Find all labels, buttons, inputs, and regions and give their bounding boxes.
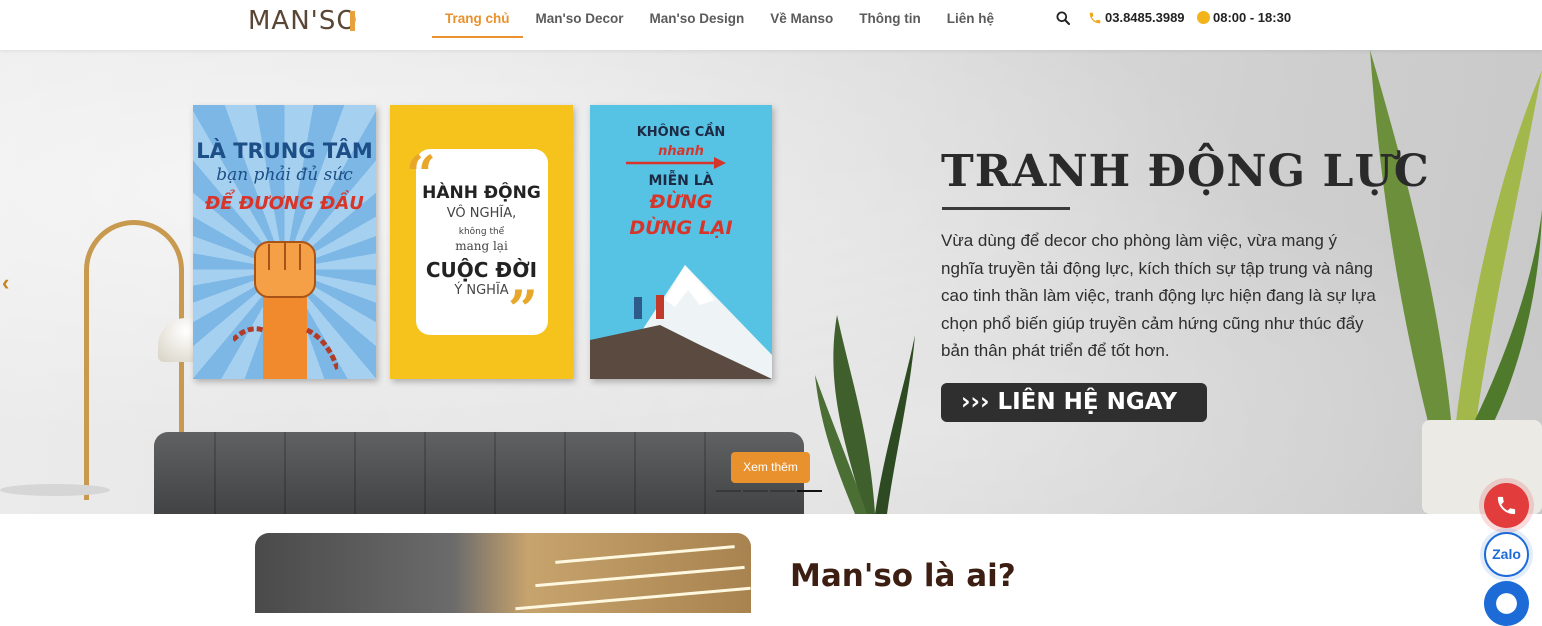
poster1-line3: ĐỂ ĐƯƠNG ĐẦU bbox=[205, 193, 364, 214]
poster3-line4: ĐỪNG bbox=[649, 191, 713, 213]
poster2-line1: HÀNH ĐỘNG bbox=[422, 183, 541, 203]
nav-item-lien-he[interactable]: Liên hệ bbox=[934, 0, 1007, 38]
nav-item-ve-manso[interactable]: Về Manso bbox=[757, 0, 846, 38]
poster-hanh-dong: “ ” HÀNH ĐỘNG VÔ NGHĨA, không thể mang l… bbox=[390, 105, 573, 379]
main-nav: Trang chủ Man'so Decor Man'so Design Về … bbox=[432, 0, 1007, 38]
floating-messenger-button[interactable] bbox=[1484, 581, 1529, 626]
phone-icon bbox=[1089, 12, 1101, 23]
raised-fist-illustration bbox=[233, 241, 338, 379]
slider-dot[interactable] bbox=[743, 490, 768, 492]
poster1-line1: LÀ TRUNG TÂM bbox=[196, 139, 373, 163]
hero-banner: ‹ LÀ TRUNG TÂM bạn phải đủ sức ĐỂ ĐƯƠNG … bbox=[0, 50, 1542, 514]
nav-item-manso-decor[interactable]: Man'so Decor bbox=[523, 0, 637, 38]
sofa-rib bbox=[494, 432, 496, 514]
sofa-rib bbox=[424, 432, 426, 514]
snake-plant-left bbox=[815, 315, 915, 514]
slider-prev-arrow-icon[interactable]: ‹ bbox=[2, 270, 9, 296]
floating-zalo-button[interactable]: Zalo bbox=[1484, 532, 1529, 577]
poster3-line1: KHÔNG CẦN bbox=[636, 125, 726, 140]
slider-dot[interactable] bbox=[770, 490, 795, 492]
sofa-rib bbox=[284, 432, 286, 514]
contact-now-button[interactable]: ››› LIÊN HỆ NGAY bbox=[941, 383, 1207, 422]
poster3-line5: DỪNG LẠI bbox=[629, 217, 733, 239]
nav-item-trang-chu[interactable]: Trang chủ bbox=[432, 0, 523, 38]
poster2-line4: mang lại bbox=[455, 239, 508, 253]
floating-phone-button[interactable] bbox=[1484, 483, 1529, 528]
triple-chevron-icon: ››› bbox=[961, 389, 998, 415]
about-title: Man'so là ai? bbox=[790, 558, 1016, 594]
clock-icon bbox=[1197, 11, 1210, 24]
phone-icon bbox=[1497, 496, 1516, 515]
sofa-rib bbox=[564, 432, 566, 514]
sofa-rib bbox=[634, 432, 636, 514]
snake-plant-right bbox=[1370, 50, 1542, 514]
poster2-line6: Ý NGHĨA bbox=[454, 283, 509, 298]
poster2-line3: không thể bbox=[458, 227, 505, 237]
sofa-rib bbox=[214, 432, 216, 514]
poster-la-trung-tam: LÀ TRUNG TÂM bạn phải đủ sức ĐỂ ĐƯƠNG ĐẦ… bbox=[193, 105, 376, 379]
poster3-line3: MIỄN LÀ bbox=[648, 173, 714, 189]
nav-item-thong-tin[interactable]: Thông tin bbox=[846, 0, 933, 38]
mountain-hikers-illustration bbox=[590, 265, 772, 379]
ceiling-light bbox=[535, 565, 745, 588]
poster1-line2: bạn phải đủ sức bbox=[216, 165, 353, 185]
poster2-line5: CUỘC ĐỜI bbox=[425, 258, 538, 282]
header-phone[interactable]: 03.8485.3989 bbox=[1088, 10, 1185, 25]
slider-dot[interactable] bbox=[716, 490, 741, 492]
arrow-icon bbox=[626, 157, 726, 169]
slider-dots bbox=[716, 490, 822, 492]
sofa-rib bbox=[704, 432, 706, 514]
sofa bbox=[154, 432, 804, 514]
banner-title-underline bbox=[942, 207, 1070, 210]
banner-description: Vừa dùng để decor cho phòng làm việc, vừ… bbox=[941, 231, 1376, 361]
site-logo[interactable]: MAN'SO bbox=[248, 7, 358, 35]
logo-accent-bar bbox=[350, 11, 355, 31]
see-more-button[interactable]: Xem thêm bbox=[731, 452, 810, 483]
sofa-rib bbox=[354, 432, 356, 514]
nav-item-manso-design[interactable]: Man'so Design bbox=[637, 0, 758, 38]
header-phone-number: 03.8485.3989 bbox=[1105, 10, 1185, 25]
zalo-icon: Zalo bbox=[1492, 546, 1521, 562]
search-icon[interactable] bbox=[1056, 11, 1070, 25]
header-hours: 08:00 - 18:30 bbox=[1197, 10, 1291, 25]
ceiling-light bbox=[555, 545, 735, 564]
slider-dot-active[interactable] bbox=[797, 490, 822, 492]
poster2-line2: VÔ NGHĨA, bbox=[446, 206, 517, 221]
banner-title: TRANH ĐỘNG LỰC bbox=[941, 146, 1430, 197]
poster-khong-can-nhanh: KHÔNG CẦN nhanh MIỄN LÀ ĐỪNG DỪNG LẠI bbox=[590, 105, 772, 379]
side-table bbox=[0, 484, 110, 496]
header-hours-text: 08:00 - 18:30 bbox=[1213, 10, 1292, 25]
messenger-icon bbox=[1496, 593, 1517, 614]
contact-now-label: LIÊN HỆ NGAY bbox=[997, 389, 1177, 415]
office-photo bbox=[255, 533, 751, 613]
site-header: MAN'SO Trang chủ Man'so Decor Man'so Des… bbox=[0, 0, 1542, 50]
